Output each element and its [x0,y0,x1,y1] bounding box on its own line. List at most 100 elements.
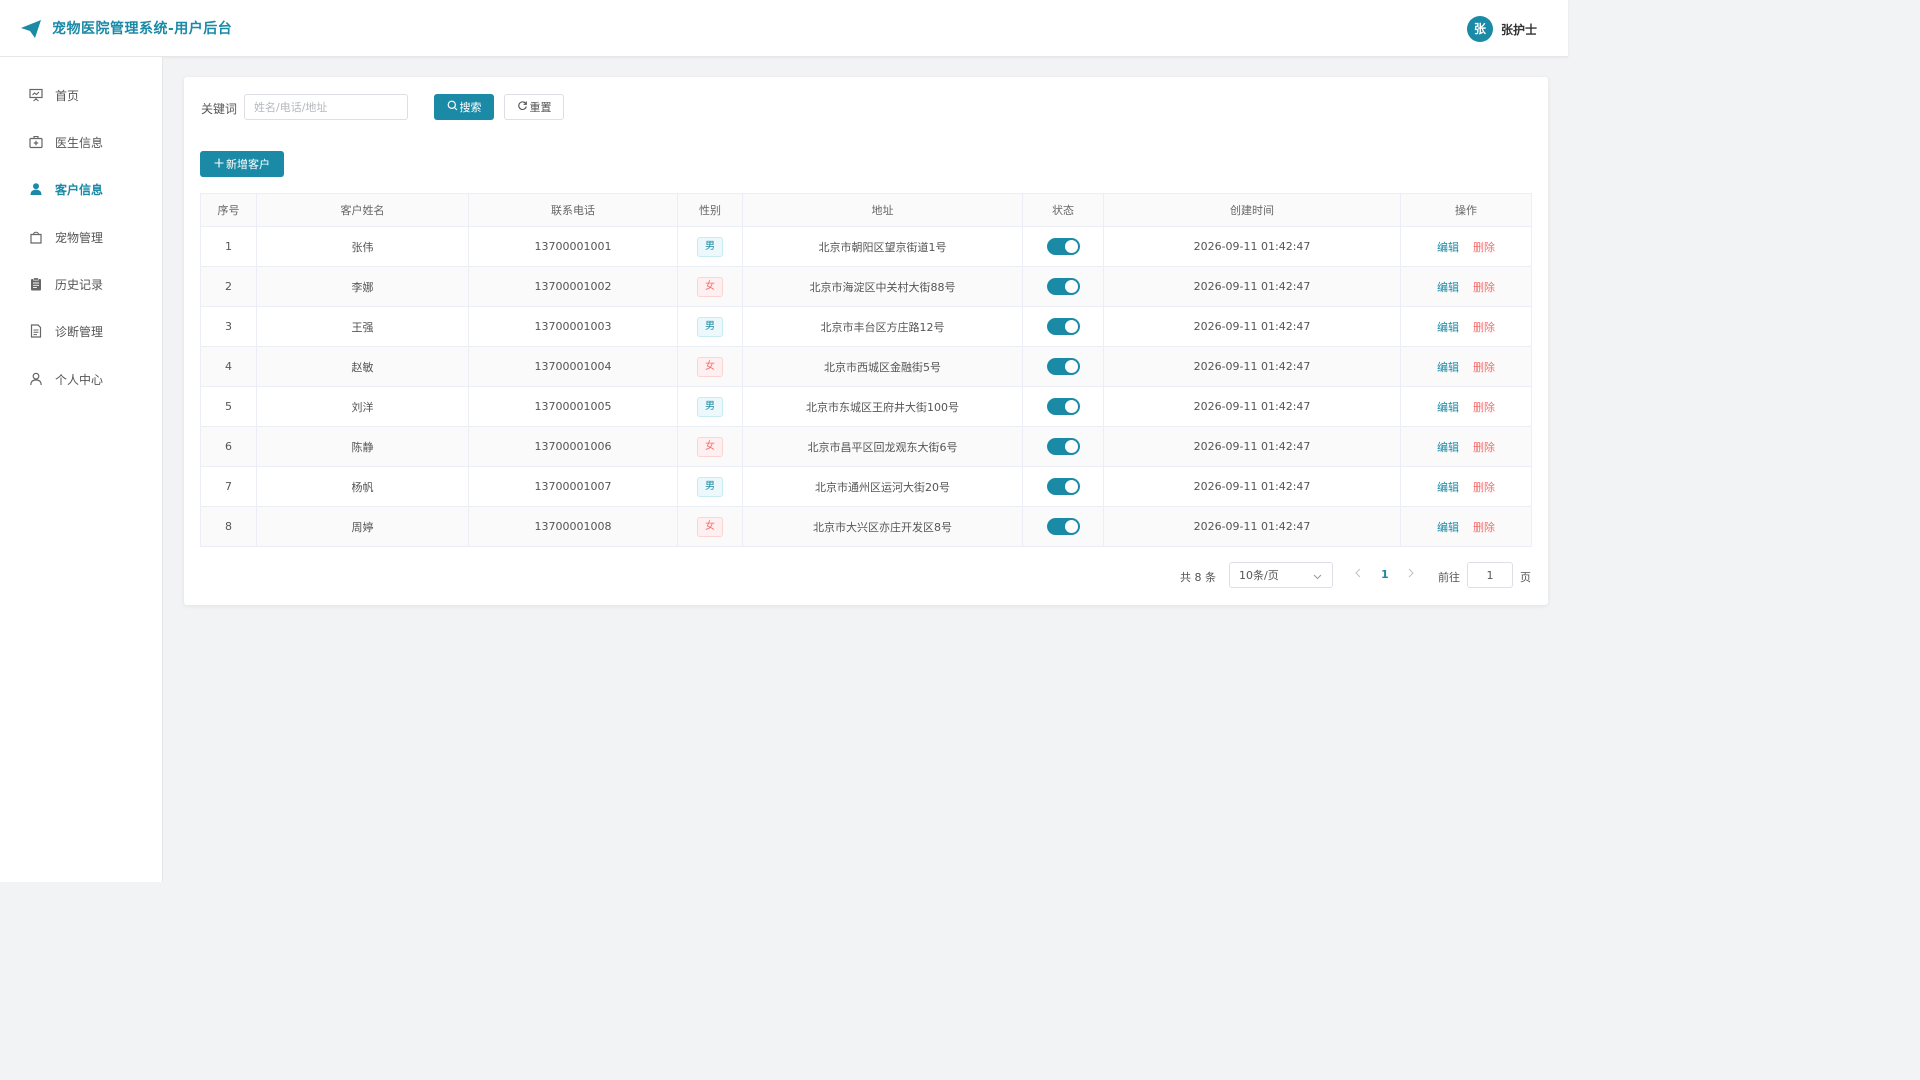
toggle-knob [1064,400,1078,413]
delete-link[interactable]: 删除 [1473,321,1495,334]
sidebar-item-history[interactable]: 历史记录 [0,264,162,304]
goto-page-input[interactable] [1467,562,1513,588]
sidebar-item-home[interactable]: 首页 [0,75,162,115]
reset-button-label: 重置 [529,101,552,114]
sidebar-item-diagnosis[interactable]: 诊断管理 [0,311,162,351]
created-time: 2026-09-11 01:42:47 [1103,466,1401,507]
customer-phone: 13700001006 [468,426,678,467]
add-customer-label: 新增客户 [226,158,270,171]
column-header: 客户姓名 [256,193,469,227]
status-toggle[interactable] [1046,238,1080,255]
edit-link[interactable]: 编辑 [1437,321,1459,334]
delete-link[interactable]: 删除 [1473,241,1495,254]
customer-name: 赵敏 [256,346,469,387]
search-button[interactable]: 搜索 [434,94,494,120]
row-number: 4 [200,346,257,387]
customer-name: 陈静 [256,426,469,467]
created-time: 2026-09-11 01:42:47 [1103,386,1401,427]
row-number: 2 [200,266,257,307]
chevron-left-icon [1355,568,1361,578]
table-row: 3 王强 13700001003 男 北京市丰台区方庄路12号 2026-09-… [200,306,1532,347]
avatar[interactable]: 张 [1467,16,1493,42]
sidebar-item-pets[interactable]: 宠物管理 [0,217,162,257]
column-header: 地址 [742,193,1023,227]
toggle-knob [1064,440,1078,453]
edit-link[interactable]: 编辑 [1437,401,1459,414]
customer-phone: 13700001007 [468,466,678,507]
paper-plane-icon [20,19,42,39]
edit-link[interactable]: 编辑 [1437,521,1459,534]
table-row: 1 张伟 13700001001 男 北京市朝阳区望京街道1号 2026-09-… [200,226,1532,267]
customer-phone: 13700001004 [468,346,678,387]
next-page-button[interactable] [1407,567,1415,581]
toggle-knob [1064,480,1078,493]
customer-address: 北京市西城区金融街5号 [742,346,1023,387]
delete-link[interactable]: 删除 [1473,441,1495,454]
edit-link[interactable]: 编辑 [1437,441,1459,454]
app-title: 宠物医院管理系统-用户后台 [52,21,233,37]
customer-address: 北京市大兴区亦庄开发区8号 [742,506,1023,547]
status-toggle[interactable] [1046,278,1080,295]
sidebar-item-doctors[interactable]: 医生信息 [0,122,162,162]
username[interactable]: 张护士 [1501,21,1537,38]
sidebar-item-profile[interactable]: 个人中心 [0,359,162,399]
customer-address: 北京市昌平区回龙观东大街6号 [742,426,1023,467]
customer-phone: 13700001001 [468,226,678,267]
page-number-current[interactable]: 1 [1381,568,1389,581]
created-time: 2026-09-11 01:42:47 [1103,266,1401,307]
keyword-search-input[interactable] [244,94,408,120]
shopping-bag-icon [28,229,44,245]
edit-link[interactable]: 编辑 [1437,361,1459,374]
status-toggle[interactable] [1046,518,1080,535]
delete-link[interactable]: 删除 [1473,281,1495,294]
customer-name: 张伟 [256,226,469,267]
prev-page-button[interactable] [1354,567,1362,581]
created-time: 2026-09-11 01:42:47 [1103,306,1401,347]
page-size-select[interactable]: 10条/页 [1229,562,1333,588]
sidebar-item-label: 宠物管理 [55,230,104,245]
pagination-total: 共 8 条 [1180,571,1216,584]
table-row: 5 刘洋 13700001005 男 北京市东城区王府井大街100号 2026-… [200,386,1532,427]
table-row: 8 周婷 13700001008 女 北京市大兴区亦庄开发区8号 2026-09… [200,506,1532,547]
reset-button[interactable]: 重置 [504,94,564,120]
search-icon [447,100,458,114]
edit-link[interactable]: 编辑 [1437,481,1459,494]
created-time: 2026-09-11 01:42:47 [1103,226,1401,267]
status-toggle[interactable] [1046,438,1080,455]
customer-name: 王强 [256,306,469,347]
status-toggle[interactable] [1046,478,1080,495]
sidebar-item-label: 历史记录 [55,277,104,292]
delete-link[interactable]: 删除 [1473,481,1495,494]
gender-tag: 男 [697,396,723,417]
customer-phone: 13700001008 [468,506,678,547]
status-toggle[interactable] [1046,398,1080,415]
status-toggle[interactable] [1046,358,1080,375]
chevron-down-icon [1313,571,1322,584]
sidebar: 首页 医生信息 客户信息 宠物管理 历史记录 诊断管理 个人中心 [0,57,163,882]
sidebar-item-customers[interactable]: 客户信息 [0,169,162,209]
gender-tag: 男 [697,316,723,337]
column-header: 序号 [200,193,257,227]
toggle-knob [1064,280,1078,293]
presentation-board-icon [28,87,44,103]
delete-link[interactable]: 删除 [1473,361,1495,374]
status-toggle[interactable] [1046,318,1080,335]
created-time: 2026-09-11 01:42:47 [1103,506,1401,547]
table-row: 7 杨帆 13700001007 男 北京市通州区运河大街20号 2026-09… [200,466,1532,507]
gender-tag: 男 [697,476,723,497]
add-customer-button[interactable]: 新增客户 [200,151,284,177]
row-number: 6 [200,426,257,467]
customer-address: 北京市朝阳区望京街道1号 [742,226,1023,267]
edit-link[interactable]: 编辑 [1437,241,1459,254]
column-header: 状态 [1022,193,1104,227]
gender-tag: 女 [697,436,723,457]
edit-link[interactable]: 编辑 [1437,281,1459,294]
delete-link[interactable]: 删除 [1473,521,1495,534]
column-header: 操作 [1400,193,1532,227]
column-header: 创建时间 [1103,193,1401,227]
customer-phone: 13700001003 [468,306,678,347]
clipboard-icon [28,276,44,292]
delete-link[interactable]: 删除 [1473,401,1495,414]
column-header: 联系电话 [468,193,678,227]
table-row: 4 赵敏 13700001004 女 北京市西城区金融街5号 2026-09-1… [200,346,1532,387]
